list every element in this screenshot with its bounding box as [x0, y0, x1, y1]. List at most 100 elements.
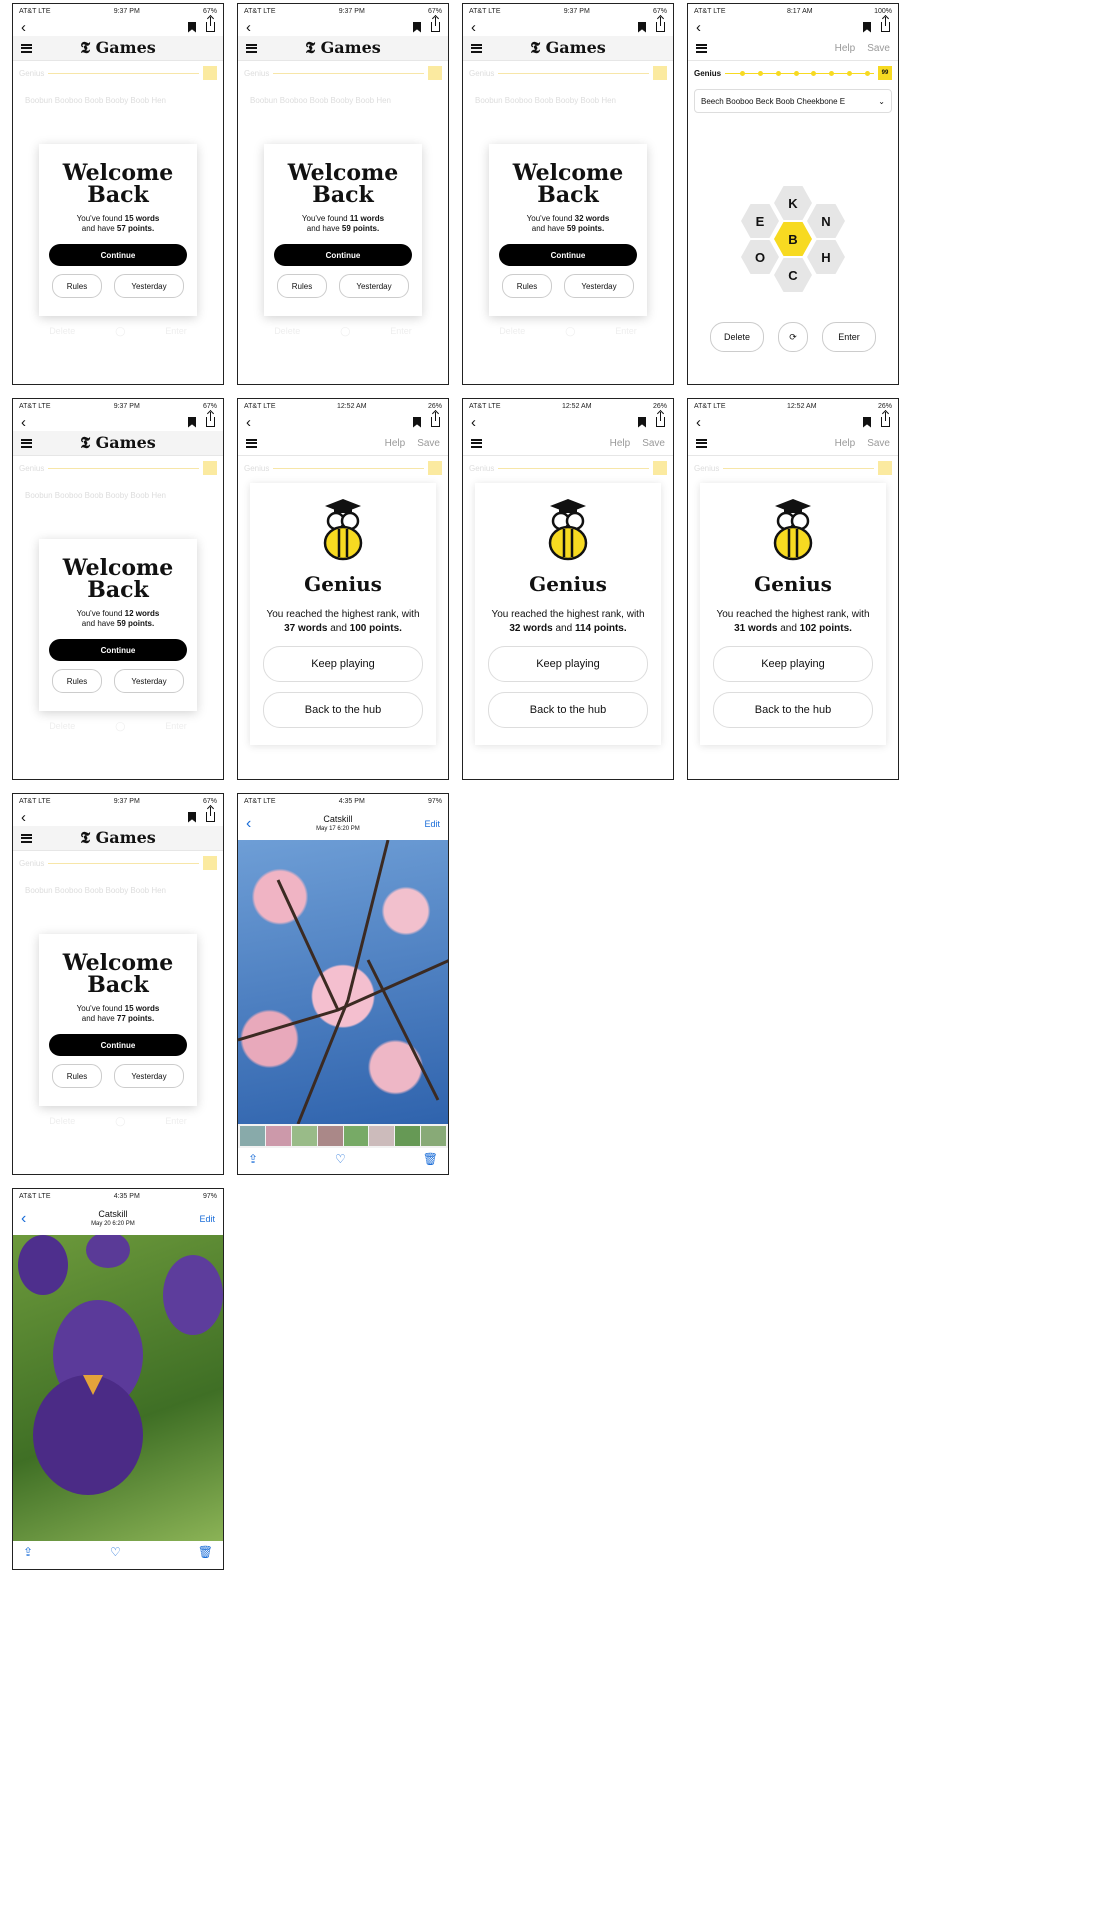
hamburger-menu-icon[interactable]: [246, 43, 257, 53]
back-chevron-icon[interactable]: ‹: [471, 19, 476, 36]
letter-bottom-right[interactable]: H: [807, 240, 845, 274]
continue-button[interactable]: Continue: [49, 244, 187, 266]
keep-playing-button[interactable]: Keep playing: [488, 646, 648, 682]
back-chevron-icon[interactable]: ‹: [21, 1210, 26, 1228]
rank-progress: Genius 99: [688, 61, 898, 85]
welcome-screen-3: AT&T LTE 9:37 PM 67% ‹ 𝕿 Games Genius Boob…: [462, 3, 674, 385]
back-to-hub-button[interactable]: Back to the hub: [713, 692, 873, 728]
share-icon[interactable]: [881, 17, 890, 32]
genius-bee-icon: [323, 499, 363, 561]
yesterday-button[interactable]: Yesterday: [114, 669, 184, 693]
hamburger-menu-icon[interactable]: [471, 438, 482, 448]
back-chevron-icon[interactable]: ‹: [21, 809, 26, 826]
trash-icon[interactable]: 🗑: [198, 1545, 213, 1559]
share-icon[interactable]: ⇪: [248, 1152, 258, 1166]
back-chevron-icon[interactable]: ‹: [246, 414, 251, 431]
hamburger-menu-icon[interactable]: [21, 833, 32, 843]
back-chevron-icon[interactable]: ‹: [696, 414, 701, 431]
letter-top[interactable]: K: [774, 186, 812, 220]
hamburger-menu-icon[interactable]: [696, 43, 707, 53]
delete-button[interactable]: Delete: [710, 322, 764, 352]
bookmark-icon[interactable]: [188, 811, 196, 823]
share-icon[interactable]: [881, 412, 890, 427]
welcome-modal: Welcome Back You've found 11 words and hav…: [264, 144, 422, 316]
branches: [238, 840, 448, 1124]
heart-icon[interactable]: ♡: [110, 1545, 121, 1559]
bookmark-icon[interactable]: [638, 21, 646, 33]
rules-button[interactable]: Rules: [52, 274, 102, 298]
bookmark-icon[interactable]: [413, 21, 421, 33]
score-box: 99: [878, 66, 892, 80]
keep-playing-button[interactable]: Keep playing: [263, 646, 423, 682]
bookmark-icon[interactable]: [188, 416, 196, 428]
edit-button[interactable]: Edit: [199, 1214, 215, 1224]
rules-button[interactable]: Rules: [502, 274, 552, 298]
yesterday-button[interactable]: Yesterday: [114, 1064, 184, 1088]
letter-top-right[interactable]: N: [807, 204, 845, 238]
welcome-screen-2: AT&T LTE 9:37 PM 67% ‹ 𝕿 Games Genius Boob…: [237, 3, 449, 385]
back-chevron-icon[interactable]: ‹: [696, 19, 701, 36]
back-chevron-icon[interactable]: ‹: [246, 19, 251, 36]
hamburger-menu-icon[interactable]: [246, 438, 257, 448]
continue-button[interactable]: Continue: [49, 639, 187, 661]
share-icon[interactable]: ⇪: [23, 1545, 33, 1559]
letter-top-left[interactable]: E: [741, 204, 779, 238]
share-icon[interactable]: [206, 17, 215, 32]
edit-button[interactable]: Edit: [424, 819, 440, 829]
back-chevron-icon[interactable]: ‹: [471, 414, 476, 431]
yesterday-button[interactable]: Yesterday: [564, 274, 634, 298]
genius-title: Genius: [304, 572, 382, 596]
bookmark-icon[interactable]: [188, 21, 196, 33]
back-chevron-icon[interactable]: ‹: [21, 414, 26, 431]
heart-icon[interactable]: ♡: [335, 1152, 346, 1166]
yesterday-button[interactable]: Yesterday: [114, 274, 184, 298]
thumbnail-strip[interactable]: [238, 1124, 448, 1148]
share-icon[interactable]: [656, 17, 665, 32]
help-link[interactable]: Help: [835, 43, 856, 54]
welcome-modal: Welcome Back You've found 15 words and hav…: [39, 144, 197, 316]
continue-button[interactable]: Continue: [274, 244, 412, 266]
hamburger-menu-icon[interactable]: [471, 43, 482, 53]
continue-button[interactable]: Continue: [49, 1034, 187, 1056]
letter-bottom[interactable]: C: [774, 258, 812, 292]
hamburger-menu-icon[interactable]: [21, 438, 32, 448]
enter-button[interactable]: Enter: [822, 322, 876, 352]
shuffle-icon[interactable]: ⟳: [778, 322, 808, 352]
modal-title: Welcome: [62, 160, 174, 186]
photo-date: May 20 6:20 PM: [91, 1221, 135, 1227]
photo-iris: [13, 1235, 223, 1541]
genius-bee-icon: [773, 499, 813, 561]
trash-icon[interactable]: 🗑: [423, 1152, 438, 1166]
genius-card: Genius You reached the highest rank, wit…: [700, 483, 886, 745]
letter-bottom-left[interactable]: O: [741, 240, 779, 274]
bookmark-icon[interactable]: [638, 416, 646, 428]
puzzle-screen: AT&T LTE 8:17 AM 100% ‹ Help Save Genius 99 …: [687, 3, 899, 385]
hamburger-menu-icon[interactable]: [21, 43, 32, 53]
keep-playing-button[interactable]: Keep playing: [713, 646, 873, 682]
save-link[interactable]: Save: [867, 43, 890, 54]
rules-button[interactable]: Rules: [277, 274, 327, 298]
bookmark-icon[interactable]: [863, 416, 871, 428]
share-icon[interactable]: [206, 412, 215, 427]
share-icon[interactable]: [206, 807, 215, 822]
share-icon[interactable]: [431, 412, 440, 427]
rules-button[interactable]: Rules: [52, 1064, 102, 1088]
found-words-dropdown[interactable]: Beech Booboo Beck Boob Cheekbone E ⌄: [694, 89, 892, 113]
continue-button[interactable]: Continue: [499, 244, 637, 266]
back-to-hub-button[interactable]: Back to the hub: [263, 692, 423, 728]
hamburger-menu-icon[interactable]: [696, 438, 707, 448]
share-icon[interactable]: [431, 17, 440, 32]
bookmark-icon[interactable]: [413, 416, 421, 428]
bookmark-icon[interactable]: [863, 21, 871, 33]
battery: 67%: [202, 7, 217, 15]
welcome-screen-4: AT&T LTE 9:37 PM 67% ‹ 𝕿 Games Genius Boob…: [12, 398, 224, 780]
album-title: Catskill: [323, 814, 353, 824]
back-chevron-icon[interactable]: ‹: [246, 815, 251, 833]
back-chevron-icon[interactable]: ‹: [21, 19, 26, 36]
back-to-hub-button[interactable]: Back to the hub: [488, 692, 648, 728]
word-list: Boobun Booboo Boob Booby Boob Hen: [25, 95, 167, 105]
rules-button[interactable]: Rules: [52, 669, 102, 693]
letter-center[interactable]: B: [774, 222, 812, 256]
yesterday-button[interactable]: Yesterday: [339, 274, 409, 298]
share-icon[interactable]: [656, 412, 665, 427]
